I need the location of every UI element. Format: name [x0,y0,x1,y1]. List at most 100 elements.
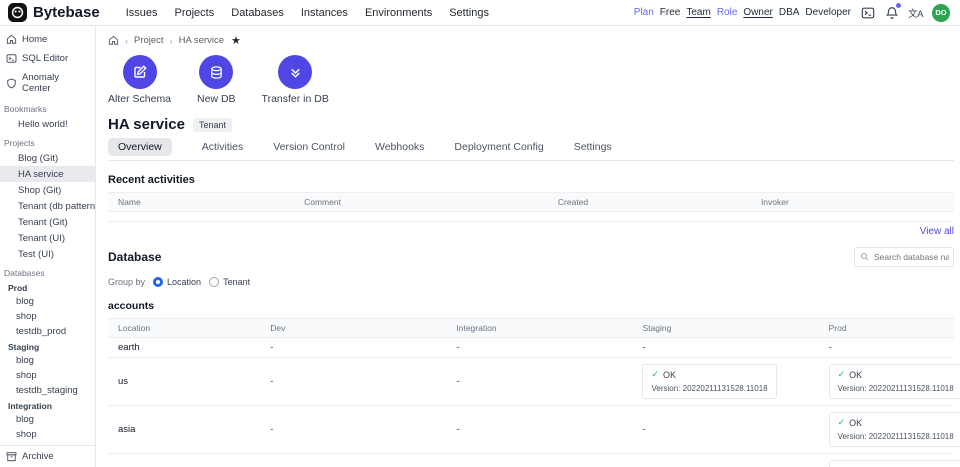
check-icon: ✓ [838,369,846,380]
nav-environments[interactable]: Environments [365,7,432,19]
sidebar-project-blog-git[interactable]: Blog (Git) [0,150,95,166]
search-database-input[interactable] [854,247,954,267]
location-cell: earth [108,338,260,358]
double-chevron-down-icon [278,55,312,89]
env-cell-prod: ✓OK Version: 20220211131528.11018 [819,358,954,406]
env-cell-prod: ✓OK Version: 20220211131528.11018 [819,454,954,467]
sidebar-project-tenant-ui[interactable]: Tenant (UI) [0,230,95,246]
nav-instances[interactable]: Instances [301,7,348,19]
sidebar-scroll: Home SQL Editor Anomaly Center Bookmarks… [0,30,95,445]
tab-activities[interactable]: Activities [202,141,243,153]
tab-version-control[interactable]: Version Control [273,141,345,153]
edit-icon [123,55,157,89]
sidebar-project-tenant-git[interactable]: Tenant (Git) [0,214,95,230]
sidebar-db-item[interactable]: shop [0,368,95,383]
plan-team-link[interactable]: Team [686,7,710,18]
radio-label: Location [167,277,201,287]
group-by-controls: Group by Location Tenant [108,277,954,287]
breadcrumb-project[interactable]: Project [134,35,164,46]
new-db-button[interactable]: New DB [197,55,236,105]
avatar[interactable]: DO [932,4,950,22]
tab-settings[interactable]: Settings [574,141,612,153]
search-icon [860,252,869,261]
tab-overview[interactable]: Overview [108,138,172,156]
env-cell-prod: ✓OK Version: 20220211131528.11018 [819,406,954,454]
page-title: HA service [108,116,185,133]
column-header: Name [108,193,294,212]
role-dba: DBA [779,7,800,18]
env-cell-dev: - [260,358,446,406]
database-search [854,247,954,267]
location-cell: europe [108,454,260,467]
tab-webhooks[interactable]: Webhooks [375,141,424,153]
alter-schema-button[interactable]: Alter Schema [108,55,171,105]
db-status-card[interactable]: ✓OK Version: 20220211131528.11018 [829,412,960,447]
transfer-in-db-button[interactable]: Transfer in DB [262,55,329,105]
nav-issues[interactable]: Issues [126,7,158,19]
sidebar-db-item[interactable]: blog [0,353,95,368]
status-badge: OK [849,418,862,428]
home-icon[interactable] [108,35,119,46]
env-cell-integration: - [446,406,632,454]
database-section-title: Database [108,250,161,264]
nav-settings[interactable]: Settings [449,7,489,19]
sidebar-item-sql-editor[interactable]: SQL Editor [0,49,95,68]
bell-icon[interactable] [884,5,899,20]
home-icon [6,34,17,45]
sidebar-db-item[interactable]: blog [0,412,95,427]
column-header: Created [548,193,751,212]
column-header: Integration [446,319,632,338]
archive-icon [6,451,17,462]
role-owner-link[interactable]: Owner [743,7,772,18]
env-cell-integration: - [446,358,632,406]
env-group-integration: Integration [0,398,95,412]
nav-databases[interactable]: Databases [231,7,284,19]
sidebar-db-item[interactable]: testdb_prod [0,324,95,339]
env-cell-prod: - [819,338,954,358]
table-row: earth - - - - [108,338,954,358]
sidebar-item-anomaly-center[interactable]: Anomaly Center [0,68,95,98]
sidebar-project-ha-service[interactable]: HA service [0,166,95,182]
sidebar-db-item[interactable]: blog [0,294,95,309]
sidebar-project-shop-git[interactable]: Shop (Git) [0,182,95,198]
sidebar-section-databases: Databases [0,262,95,280]
terminal-icon[interactable] [860,5,875,20]
radio-label: Tenant [223,277,250,287]
sidebar-bookmark-hello-world[interactable]: Hello world! [0,116,95,132]
sidebar-project-tenant-db-pattern[interactable]: Tenant (db pattern) [0,198,95,214]
status-badge: OK [663,370,676,380]
plan-role-meta: Plan Free Team Role Owner DBA Developer [634,7,851,18]
view-all-link[interactable]: View all [108,226,954,237]
brand[interactable]: Bytebase [8,3,100,22]
terminal-icon [6,53,17,64]
sidebar-item-home[interactable]: Home [0,30,95,49]
db-status-card[interactable]: ✓OK Version: 20220211131528.11018 [829,460,960,467]
quick-actions: Alter Schema New DB Transfer in DB [108,55,954,105]
nav-projects[interactable]: Projects [175,7,215,19]
translate-icon[interactable]: 文A [908,5,923,20]
sidebar-db-item[interactable]: shop [0,309,95,324]
env-cell-dev: - [260,454,446,467]
group-by-tenant-radio[interactable]: Tenant [209,277,250,287]
sidebar-db-item[interactable]: testdb_staging [0,383,95,398]
db-status-card[interactable]: ✓OK Version: 20220211131528.11018 [642,364,776,399]
main-content: › Project › HA service ★ Alter Schema Ne… [96,26,960,467]
db-status-card[interactable]: ✓OK Version: 20220211131528.11018 [829,364,960,399]
db-table-name: accounts [108,300,954,312]
radio-unselected-icon [209,277,219,287]
env-cell-integration: - [446,454,632,467]
db-version: Version: 20220211131528.11018 [838,384,954,393]
bookmark-star-icon[interactable]: ★ [231,34,241,47]
tab-deployment-config[interactable]: Deployment Config [454,141,543,153]
db-version: Version: 20220211131528.11018 [651,384,767,393]
sidebar-section-projects: Projects [0,132,95,150]
breadcrumb-current[interactable]: HA service [179,35,224,46]
radio-selected-icon [153,277,163,287]
sidebar-project-test-ui[interactable]: Test (UI) [0,246,95,262]
sidebar-item-label: SQL Editor [22,53,68,64]
shield-icon [6,78,17,89]
sidebar-db-item[interactable]: shop [0,427,95,442]
group-by-location-radio[interactable]: Location [153,277,201,287]
sidebar-item-label: Home [22,34,47,45]
sidebar-item-archive[interactable]: Archive [0,445,95,467]
